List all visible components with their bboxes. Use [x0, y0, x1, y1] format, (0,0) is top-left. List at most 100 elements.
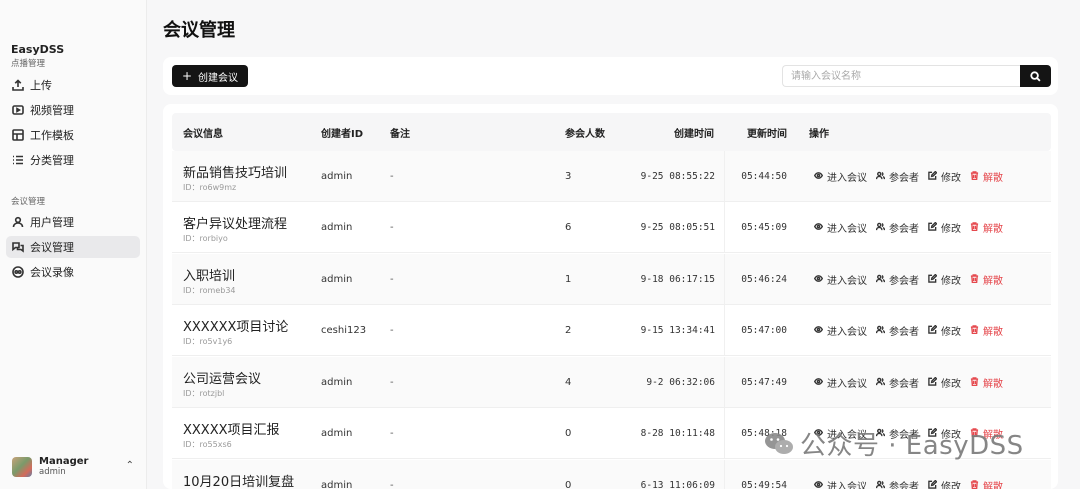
edit-button[interactable]: 修改: [928, 220, 961, 235]
participant-count: 0: [565, 480, 572, 489]
meeting-name: 新品销售技巧培训: [183, 166, 288, 181]
table-header: 会议信息 创建者ID 备注 参会人数 创建时间 更新时间 操作: [172, 113, 1051, 151]
users-icon: [875, 377, 889, 389]
created-time: 8-28 10:11:48: [640, 428, 715, 439]
participants-button[interactable]: 参会者: [875, 220, 919, 235]
eye-icon: [813, 377, 827, 389]
meeting-note: -: [390, 171, 394, 182]
edit-label: 修改: [941, 224, 961, 235]
header-created: 创建时间: [674, 129, 714, 140]
eye-icon: [813, 274, 827, 286]
participants-button[interactable]: 参会者: [875, 478, 919, 489]
participant-count: 6: [565, 222, 572, 233]
user-menu[interactable]: Manager admin ⌃: [12, 454, 136, 480]
meeting-note: -: [390, 325, 394, 336]
trash-icon: [970, 479, 983, 489]
record-icon: [11, 266, 24, 279]
table-row: 公司运营会议 ID：rotzjbl admin - 4 9-2 06:32:06 05:47…: [172, 357, 1051, 408]
participants-button[interactable]: 参会者: [875, 169, 919, 184]
dismiss-button[interactable]: 解散: [970, 169, 1003, 184]
meeting-id: ID：romeb34: [183, 286, 236, 295]
meeting-name: XXXXX项目汇报: [183, 423, 280, 438]
table-row: XXXXXX项目讨论 ID：ro5v1y6 ceshi123 - 2 9-15 13:34…: [172, 305, 1051, 356]
meeting-note: -: [390, 480, 394, 489]
column-divider: [724, 357, 725, 407]
users-icon: [875, 274, 889, 286]
trash-icon: [970, 221, 983, 234]
column-divider: [724, 151, 725, 201]
meeting-name: 入职培训: [183, 269, 236, 284]
enter-meeting-button[interactable]: 进入会议: [813, 375, 867, 390]
updated-time: 05:47:49: [741, 377, 787, 388]
dismiss-button[interactable]: 解散: [970, 220, 1003, 235]
participants-button[interactable]: 参会者: [875, 375, 919, 390]
participants-button[interactable]: 参会者: [875, 323, 919, 338]
enter-meeting-button[interactable]: 进入会议: [813, 478, 867, 489]
eye-icon: [813, 171, 827, 183]
meeting-note: -: [390, 377, 394, 388]
dismiss-label: 解散: [983, 224, 1003, 235]
enter-meeting-button[interactable]: 进入会议: [813, 272, 867, 287]
participant-count: 0: [565, 428, 572, 439]
updated-time: 05:45:09: [741, 222, 787, 233]
dismiss-label: 解散: [983, 327, 1003, 338]
edit-icon: [928, 376, 941, 389]
edit-button[interactable]: 修改: [928, 323, 961, 338]
row-actions: 进入会议 参会者 修改 解散: [813, 272, 1012, 287]
dismiss-button[interactable]: 解散: [970, 272, 1003, 287]
users-icon: [875, 325, 889, 337]
plus-icon: +: [181, 69, 193, 83]
enter-meeting-button[interactable]: 进入会议: [813, 169, 867, 184]
video-icon: [11, 104, 24, 117]
meeting-name: 10月20日培训复盘: [183, 475, 295, 489]
wechat-icon: [764, 431, 794, 457]
enter-meeting-label: 进入会议: [827, 327, 867, 338]
edit-button[interactable]: 修改: [928, 272, 961, 287]
column-divider: [724, 408, 725, 458]
participants-label: 参会者: [889, 224, 919, 235]
template-icon: [11, 129, 24, 142]
creator-id: ceshi123: [321, 325, 367, 336]
creator-id: admin: [321, 274, 353, 285]
create-meeting-button[interactable]: + 创建会议: [172, 65, 248, 87]
sidebar-item-template[interactable]: 工作模板: [6, 124, 140, 146]
meeting-name: 公司运营会议: [183, 372, 262, 387]
dismiss-button[interactable]: 解散: [970, 323, 1003, 338]
sidebar-item-label: 会议管理: [30, 241, 74, 254]
participants-button[interactable]: 参会者: [875, 272, 919, 287]
created-time: 6-13 11:06:09: [640, 480, 715, 489]
meeting-note: -: [390, 274, 394, 285]
enter-meeting-button[interactable]: 进入会议: [813, 220, 867, 235]
users-icon: [875, 222, 889, 234]
edit-icon: [928, 170, 941, 183]
search-button[interactable]: [1020, 65, 1051, 87]
edit-button[interactable]: 修改: [928, 478, 961, 489]
table-row: 入职培训 ID：romeb34 admin - 1 9-18 06:17:15 05:46:…: [172, 254, 1051, 305]
enter-meeting-label: 进入会议: [827, 224, 867, 235]
created-time: 9-18 06:17:15: [640, 274, 715, 285]
app-logo-text: EasyDSS: [11, 43, 65, 56]
sidebar-item-meetings[interactable]: 会议管理: [6, 236, 140, 258]
meeting-id: ID：ro55xs6: [183, 440, 232, 449]
enter-meeting-button[interactable]: 进入会议: [813, 323, 867, 338]
edit-label: 修改: [941, 276, 961, 287]
edit-button[interactable]: 修改: [928, 375, 961, 390]
sidebar-item-upload[interactable]: 上传: [6, 74, 140, 96]
dismiss-button[interactable]: 解散: [970, 478, 1003, 489]
participants-label: 参会者: [889, 327, 919, 338]
upload-icon: [11, 79, 24, 92]
sidebar-item-users[interactable]: 用户管理: [6, 211, 140, 233]
sidebar-item-category[interactable]: 分类管理: [6, 149, 140, 171]
search-input[interactable]: [782, 65, 1020, 87]
sidebar-item-video[interactable]: 视频管理: [6, 99, 140, 121]
sidebar-item-label: 会议录像: [30, 266, 74, 279]
search-icon: [1030, 70, 1041, 82]
updated-time: 05:46:24: [741, 274, 787, 285]
enter-meeting-label: 进入会议: [827, 379, 867, 390]
row-actions: 进入会议 参会者 修改 解散: [813, 323, 1012, 338]
dismiss-button[interactable]: 解散: [970, 375, 1003, 390]
participants-label: 参会者: [889, 379, 919, 390]
edit-button[interactable]: 修改: [928, 169, 961, 184]
sidebar-item-recordings[interactable]: 会议录像: [6, 261, 140, 283]
created-time: 9-25 08:55:22: [640, 171, 715, 182]
